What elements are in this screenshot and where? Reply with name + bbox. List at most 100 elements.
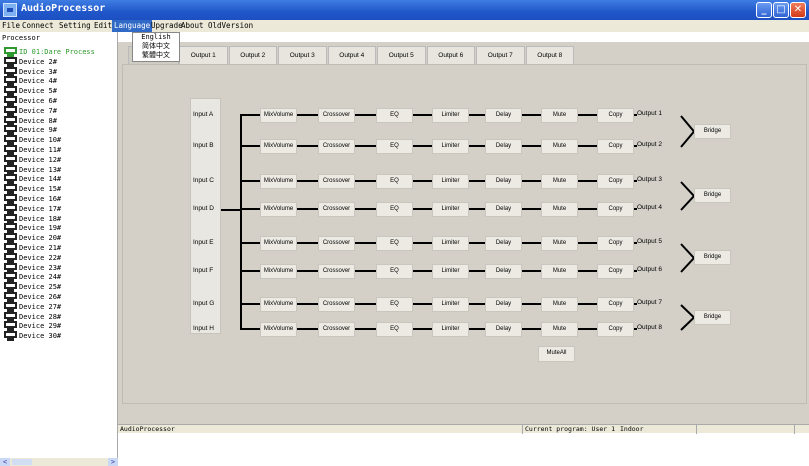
block-limiter[interactable]: Limiter — [432, 174, 469, 189]
block-eq[interactable]: EQ — [376, 139, 413, 154]
block-mute[interactable]: Mute — [541, 264, 578, 279]
bridge-button[interactable]: Bridge — [694, 250, 731, 265]
tree-item[interactable]: Device 14# — [19, 175, 61, 184]
menu-connect[interactable]: Connect — [22, 21, 54, 30]
tree-item[interactable]: Device 29# — [19, 322, 61, 331]
close-button[interactable]: ✕ — [790, 2, 806, 18]
block-eq[interactable]: EQ — [376, 264, 413, 279]
tree-item[interactable]: Device 24# — [19, 273, 61, 282]
tree-item[interactable]: Device 28# — [19, 313, 61, 322]
minimize-button[interactable]: _ — [756, 2, 772, 18]
tree-item[interactable]: Device 27# — [19, 303, 61, 312]
block-copy[interactable]: Copy — [597, 264, 634, 279]
block-eq[interactable]: EQ — [376, 236, 413, 251]
block-delay[interactable]: Delay — [485, 174, 522, 189]
block-eq[interactable]: EQ — [376, 297, 413, 312]
tab-output-7[interactable]: Output 7 — [476, 46, 525, 64]
block-mixvolume[interactable]: MixVolume — [260, 108, 297, 123]
block-limiter[interactable]: Limiter — [432, 108, 469, 123]
tree-item[interactable]: Device 21# — [19, 244, 61, 253]
tree-item[interactable]: Device 20# — [19, 234, 61, 243]
block-crossover[interactable]: Crossover — [318, 108, 355, 123]
tree-item[interactable]: Device 30# — [19, 332, 61, 341]
block-crossover[interactable]: Crossover — [318, 139, 355, 154]
maximize-button[interactable]: □ — [773, 2, 789, 18]
menu-upgrade[interactable]: Upgrade — [151, 21, 183, 30]
block-crossover[interactable]: Crossover — [318, 322, 355, 337]
language-simplified-chinese[interactable]: 简体中文 — [133, 42, 179, 51]
block-limiter[interactable]: Limiter — [432, 236, 469, 251]
menu-edit[interactable]: Edit — [94, 21, 112, 30]
block-crossover[interactable]: Crossover — [318, 202, 355, 217]
language-traditional-chinese[interactable]: 繁體中文 — [133, 51, 179, 60]
block-copy[interactable]: Copy — [597, 108, 634, 123]
bridge-button[interactable]: Bridge — [694, 123, 731, 139]
tree-item[interactable]: Device 19# — [19, 224, 61, 233]
tab-output-3[interactable]: Output 3 — [278, 46, 327, 64]
tab-output-4[interactable]: Output 4 — [327, 46, 376, 64]
tree-item[interactable]: Device 6# — [19, 97, 57, 106]
block-mute[interactable]: Mute — [541, 174, 578, 189]
block-mute[interactable]: Mute — [541, 139, 578, 154]
tab-output-1[interactable]: Output 1 — [179, 46, 228, 64]
tree-item[interactable]: Device 12# — [19, 156, 61, 165]
tree-item[interactable]: Device 4# — [19, 77, 57, 86]
block-limiter[interactable]: Limiter — [432, 297, 469, 312]
block-limiter[interactable]: Limiter — [432, 322, 469, 337]
tree-item[interactable]: Device 17# — [19, 205, 61, 214]
block-crossover[interactable]: Crossover — [318, 174, 355, 189]
block-mute[interactable]: Mute — [541, 108, 578, 123]
block-delay[interactable]: Delay — [485, 236, 522, 251]
block-delay[interactable]: Delay — [485, 297, 522, 312]
block-copy[interactable]: Copy — [597, 139, 634, 154]
block-delay[interactable]: Delay — [485, 108, 522, 123]
tree-item[interactable]: Device 2# — [19, 58, 57, 67]
tree-item[interactable]: Device 15# — [19, 185, 61, 194]
block-eq[interactable]: EQ — [376, 322, 413, 337]
tree-item-selected[interactable]: ID 01:Dare Process — [19, 48, 95, 57]
tree-item[interactable]: Device 9# — [19, 126, 57, 135]
block-mixvolume[interactable]: MixVolume — [260, 174, 297, 189]
block-copy[interactable]: Copy — [597, 236, 634, 251]
tree-item[interactable]: Device 22# — [19, 254, 61, 263]
block-limiter[interactable]: Limiter — [432, 202, 469, 217]
block-mixvolume[interactable]: MixVolume — [260, 322, 297, 337]
horizontal-scrollbar[interactable]: < > — [0, 458, 118, 466]
menu-file[interactable]: File — [2, 21, 20, 30]
tree-item[interactable]: Device 11# — [19, 146, 61, 155]
block-crossover[interactable]: Crossover — [318, 297, 355, 312]
muteall-button[interactable]: MuteAll — [538, 346, 575, 362]
scroll-left-button[interactable]: < — [0, 458, 10, 466]
menu-about[interactable]: About — [181, 21, 204, 30]
block-mixvolume[interactable]: MixVolume — [260, 264, 297, 279]
block-mute[interactable]: Mute — [541, 202, 578, 217]
block-mute[interactable]: Mute — [541, 236, 578, 251]
tree-item[interactable]: Device 13# — [19, 166, 61, 175]
scroll-thumb[interactable] — [12, 459, 32, 465]
tree-item[interactable]: Device 5# — [19, 87, 57, 96]
block-delay[interactable]: Delay — [485, 322, 522, 337]
block-delay[interactable]: Delay — [485, 264, 522, 279]
tree-item[interactable]: Device 26# — [19, 293, 61, 302]
tab-output-8[interactable]: Output 8 — [525, 46, 574, 64]
menu-oldversion[interactable]: OldVersion — [208, 21, 253, 30]
tree-item[interactable]: Device 25# — [19, 283, 61, 292]
block-delay[interactable]: Delay — [485, 139, 522, 154]
scroll-right-button[interactable]: > — [108, 458, 118, 466]
block-crossover[interactable]: Crossover — [318, 264, 355, 279]
block-delay[interactable]: Delay — [485, 202, 522, 217]
block-mute[interactable]: Mute — [541, 322, 578, 337]
bridge-button[interactable]: Bridge — [694, 188, 731, 203]
tab-output-5[interactable]: Output 5 — [377, 46, 426, 64]
block-copy[interactable]: Copy — [597, 297, 634, 312]
tab-output-2[interactable]: Output 2 — [228, 46, 277, 64]
tab-output-6[interactable]: Output 6 — [426, 46, 475, 64]
block-mixvolume[interactable]: MixVolume — [260, 297, 297, 312]
tree-item[interactable]: Device 10# — [19, 136, 61, 145]
block-eq[interactable]: EQ — [376, 174, 413, 189]
block-mixvolume[interactable]: MixVolume — [260, 139, 297, 154]
block-crossover[interactable]: Crossover — [318, 236, 355, 251]
block-copy[interactable]: Copy — [597, 202, 634, 217]
tree-item[interactable]: Device 18# — [19, 215, 61, 224]
tree-item[interactable]: Device 3# — [19, 68, 57, 77]
